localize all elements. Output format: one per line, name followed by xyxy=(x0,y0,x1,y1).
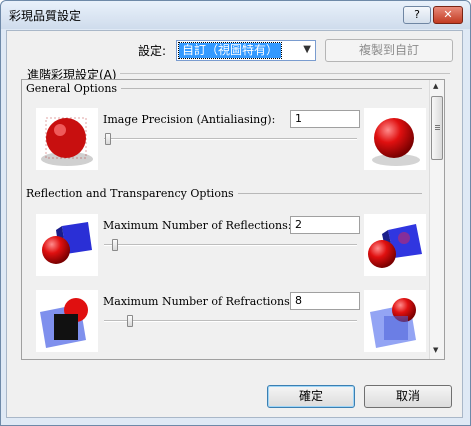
image-precision-field[interactable]: 1 xyxy=(290,110,360,128)
section-divider xyxy=(206,193,422,194)
preview-thumb-refractions-high xyxy=(364,290,426,352)
image-precision-label: Image Precision (Antialiasing): xyxy=(103,113,276,126)
max-refractions-field[interactable]: 8 xyxy=(290,292,360,310)
group-divider xyxy=(120,73,450,74)
preview-thumb-high-precision xyxy=(364,108,426,170)
max-refractions-label: Maximum Number of Refractions: xyxy=(103,295,294,308)
section-divider xyxy=(92,88,422,89)
copy-to-custom-button[interactable]: 複製到自訂 xyxy=(325,39,453,62)
window-title: 彩現品質設定 xyxy=(9,9,82,23)
options-scrollbar[interactable]: ▲ ▼ xyxy=(429,80,444,359)
max-reflections-slider-handle[interactable] xyxy=(112,239,119,251)
setting-select[interactable]: 自訂（視圖特有） ▼ xyxy=(176,40,316,61)
section-title-reflection: Reflection and Transparency Options xyxy=(26,187,238,200)
chevron-down-icon: ▼ xyxy=(303,44,311,55)
setting-label: 設定: xyxy=(138,44,167,58)
help-button[interactable]: ? xyxy=(403,6,431,24)
preview-thumb-low-precision xyxy=(36,108,98,170)
max-reflections-label: Maximum Number of Reflections: xyxy=(103,219,292,232)
title-bar[interactable]: 彩現品質設定 ? ✕ xyxy=(1,1,470,29)
ok-button[interactable]: 確定 xyxy=(267,385,355,408)
preview-thumb-refractions-low xyxy=(36,290,98,352)
scroll-down-arrow-icon[interactable]: ▼ xyxy=(433,346,438,354)
preview-thumb-reflections-low xyxy=(36,214,98,276)
scrollbar-thumb[interactable] xyxy=(431,96,443,160)
image-precision-slider-handle[interactable] xyxy=(105,133,111,145)
image-precision-slider[interactable] xyxy=(104,138,357,140)
options-panel: General Options Image Precision (Antiali… xyxy=(21,79,445,360)
scroll-up-arrow-icon[interactable]: ▲ xyxy=(433,82,438,90)
close-button[interactable]: ✕ xyxy=(433,6,463,24)
max-reflections-field[interactable]: 2 xyxy=(290,216,360,234)
section-title-general: General Options xyxy=(26,82,122,95)
max-refractions-slider[interactable] xyxy=(104,320,357,322)
max-refractions-slider-handle[interactable] xyxy=(127,315,134,327)
cancel-button[interactable]: 取消 xyxy=(364,385,452,408)
max-reflections-slider[interactable] xyxy=(104,244,357,246)
setting-select-value: 自訂（視圖特有） xyxy=(177,42,283,59)
preview-thumb-reflections-high xyxy=(364,214,426,276)
